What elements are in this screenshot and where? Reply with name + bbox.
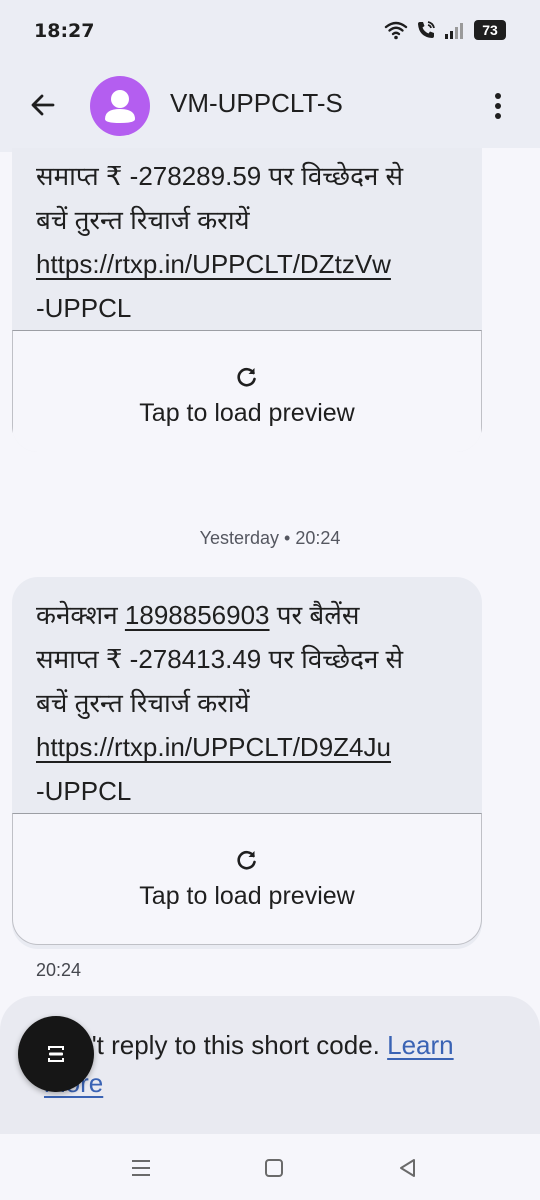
- back-arrow-icon: [31, 94, 55, 116]
- tap-to-load-preview: Tap to load preview: [139, 881, 355, 910]
- message-text: कनेक्शन 1898856903 पर बैलेंस समाप्त ₹ -2…: [36, 600, 404, 806]
- home-icon: [265, 1159, 283, 1177]
- status-bar: 18:27 73: [0, 0, 540, 64]
- status-time: 18:27: [34, 20, 95, 42]
- person-icon: [105, 90, 135, 123]
- message-bubble[interactable]: समाप्त ₹ -278289.59 पर विच्छेदन से बचें …: [12, 148, 482, 452]
- lens-fab[interactable]: [18, 1016, 94, 1092]
- recents-icon: [132, 1160, 150, 1176]
- message-link[interactable]: https://rtxp.in/UPPCLT/D9Z4Ju: [36, 732, 391, 762]
- more-options-button[interactable]: [478, 86, 518, 126]
- back-nav-icon: [400, 1159, 415, 1177]
- tap-to-load-preview: Tap to load preview: [139, 398, 355, 427]
- lens-icon: [48, 1046, 64, 1062]
- message-link[interactable]: https://rtxp.in/UPPCLT/DZtzVw: [36, 249, 391, 279]
- call-icon: [418, 21, 435, 38]
- status-icons: 73: [384, 20, 506, 40]
- more-vert-icon: [495, 93, 501, 119]
- home-button[interactable]: [259, 1154, 289, 1182]
- navigation-bar: [0, 1134, 540, 1200]
- date-divider: Yesterday • 20:24: [199, 528, 341, 548]
- message-thread[interactable]: समाप्त ₹ -278289.59 पर विच्छेदन से बचें …: [0, 148, 540, 1134]
- conversation-title: VM-UPPCLT-S: [170, 88, 343, 118]
- wifi-icon: [384, 21, 408, 40]
- signal-icon: [445, 23, 463, 39]
- back-button[interactable]: [22, 84, 64, 126]
- link-preview[interactable]: Tap to load preview: [12, 330, 482, 452]
- message-timestamp: 20:24: [36, 960, 82, 980]
- reload-icon: [237, 850, 256, 869]
- back-nav-button[interactable]: [392, 1154, 422, 1182]
- battery-indicator: 73: [474, 20, 506, 40]
- message-text: समाप्त ₹ -278289.59 पर विच्छेदन से बचें …: [36, 161, 404, 323]
- reply-notice: Can't reply to this short code. Learn mo…: [44, 1026, 484, 1102]
- reload-icon: [237, 367, 256, 386]
- link-preview[interactable]: Tap to load preview: [12, 813, 482, 945]
- avatar[interactable]: [90, 76, 150, 136]
- recents-button[interactable]: [126, 1154, 156, 1182]
- message-bubble[interactable]: कनेक्शन 1898856903 पर बैलेंस समाप्त ₹ -2…: [12, 577, 482, 949]
- app-bar: VM-UPPCLT-S: [0, 64, 540, 148]
- connection-number[interactable]: 1898856903: [125, 600, 270, 630]
